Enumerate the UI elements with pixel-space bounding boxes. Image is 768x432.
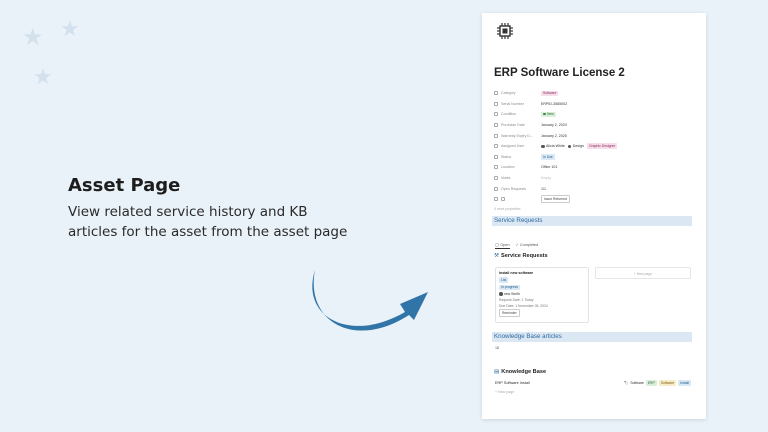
kb-tag: ERP bbox=[645, 380, 657, 386]
card-title: Install new software bbox=[499, 271, 534, 275]
kb-new-page-button[interactable]: + New page bbox=[495, 390, 514, 394]
promo-text: Asset Page View related service history … bbox=[68, 175, 408, 242]
star-icon: ★ bbox=[60, 16, 80, 41]
property-row[interactable]: Notes Empty bbox=[494, 173, 694, 184]
property-icon bbox=[494, 112, 498, 117]
kb-tag: Install bbox=[678, 380, 691, 386]
promo-line-2: articles for the asset from the asset pa… bbox=[68, 224, 348, 240]
location-icon bbox=[494, 165, 498, 170]
button-icon bbox=[494, 197, 498, 202]
kb-count: 18 bbox=[495, 346, 499, 350]
avatar bbox=[541, 144, 545, 149]
property-row[interactable]: Condition New bbox=[494, 109, 694, 120]
property-row[interactable]: Category Software bbox=[494, 88, 694, 99]
kb-db-title: ▤ Knowledge Base bbox=[494, 369, 547, 375]
promo-line-1: View related service history and KB bbox=[68, 204, 308, 220]
kb-row-title: ERP Software Install bbox=[495, 380, 530, 385]
type-tag: List bbox=[499, 277, 509, 283]
avatar bbox=[499, 292, 503, 296]
role-tag: Graphic Designer bbox=[586, 143, 618, 150]
service-request-card[interactable]: Install new software List In progress ne… bbox=[495, 267, 589, 323]
kb-row[interactable]: ERP Software Install 🏷 Software ERP Soft… bbox=[495, 380, 691, 386]
service-tabs: ◯ Open ✓ Completed bbox=[495, 242, 538, 249]
curved-arrow-icon bbox=[312, 270, 428, 331]
star-icon: ★ bbox=[33, 64, 53, 89]
property-row[interactable]: Assigned User Alicia White Design Graphi… bbox=[494, 141, 694, 152]
wrench-icon: ⚒ bbox=[494, 253, 500, 259]
issue-returned-button[interactable]: Issue Returned bbox=[541, 195, 570, 204]
notes-icon bbox=[494, 176, 498, 181]
more-properties-link[interactable]: 4 more properties bbox=[494, 207, 694, 211]
property-row[interactable]: Warranty Expiry D... January 2, 2025 bbox=[494, 130, 694, 141]
rollup-icon bbox=[494, 186, 498, 191]
book-icon: ▤ bbox=[494, 369, 500, 375]
property-list: Category Software Serial Number ERPID-35… bbox=[494, 88, 694, 211]
tag-icon: 🏷 bbox=[624, 380, 629, 385]
reminder-button[interactable]: Reminder bbox=[499, 309, 520, 317]
tab-completed[interactable]: ✓ Completed bbox=[516, 242, 539, 249]
property-row[interactable]: Location Office 101 bbox=[494, 162, 694, 173]
property-icon bbox=[494, 101, 498, 106]
person-icon bbox=[494, 144, 498, 149]
calendar-icon bbox=[494, 123, 498, 128]
status-icon bbox=[494, 154, 498, 159]
property-row[interactable]: Open Requests 1/1 bbox=[494, 183, 694, 194]
property-icon bbox=[494, 91, 498, 96]
condition-tag: New bbox=[541, 111, 556, 118]
service-requests-section: Service Requests bbox=[492, 216, 692, 226]
tab-open[interactable]: ◯ Open bbox=[495, 242, 510, 249]
calendar-icon bbox=[494, 133, 498, 138]
promo-heading: Asset Page bbox=[68, 175, 181, 196]
asset-page-preview: ERP Software License 2 Category Software… bbox=[482, 13, 706, 419]
property-row[interactable]: Status In Use bbox=[494, 152, 694, 163]
property-row[interactable]: Purchase Date January 2, 2024 bbox=[494, 120, 694, 131]
property-row[interactable]: Serial Number ERPID-3585002 bbox=[494, 99, 694, 110]
chip-icon bbox=[497, 23, 513, 39]
request-date: Request Date: 1 Today bbox=[499, 298, 534, 303]
status-tag: In Use bbox=[541, 154, 555, 160]
category-tag: Software bbox=[541, 90, 559, 97]
property-row[interactable]: Issue Returned bbox=[494, 194, 694, 205]
page-title: ERP Software License 2 bbox=[494, 67, 625, 79]
avatar bbox=[567, 144, 572, 149]
kb-section: Knowledge Base articles bbox=[492, 332, 692, 342]
new-page-button[interactable]: + New page bbox=[595, 267, 691, 279]
progress-tag: In progress bbox=[499, 284, 520, 291]
due-date: Due Date: 1 November 05, 2024 bbox=[499, 303, 548, 308]
info-icon bbox=[501, 197, 505, 202]
star-icon: ★ bbox=[22, 24, 44, 51]
service-db-title: ⚒ Service Requests bbox=[494, 253, 548, 259]
kb-tag: Software bbox=[658, 380, 677, 386]
